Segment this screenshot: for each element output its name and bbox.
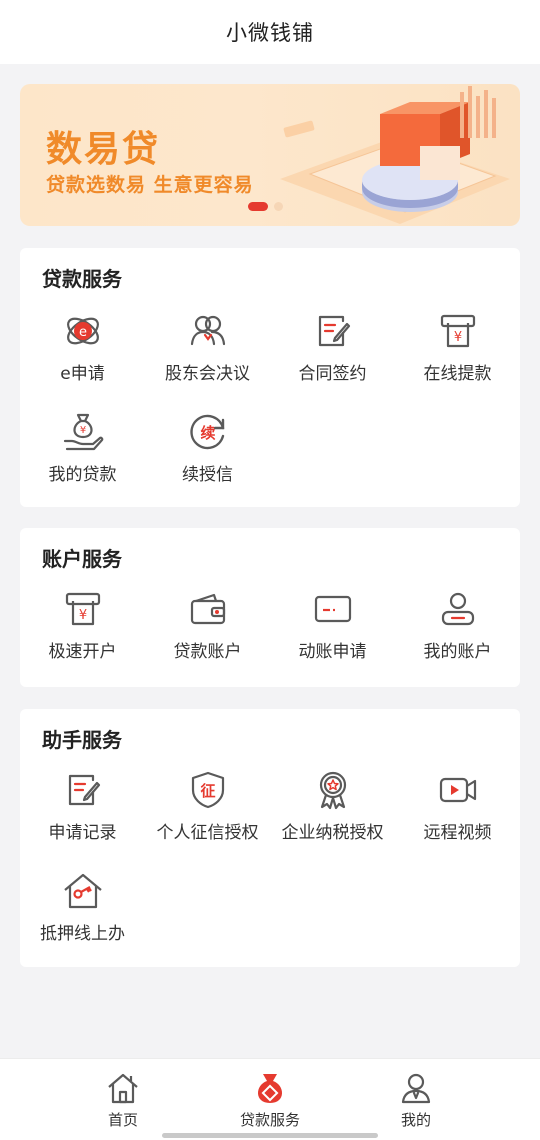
pagination-dot-active[interactable] [248, 202, 268, 211]
quick-open-account-button[interactable]: ¥ 极速开户 [20, 587, 145, 677]
tab-mine[interactable]: 我的 [356, 1071, 476, 1130]
account-services-card: 账户服务 ¥ 极速开户 贷款账户 动账申请 我的账户 [20, 528, 520, 687]
section-title: 贷款服务 [42, 267, 122, 291]
award-badge-icon [311, 768, 355, 812]
section-title: 助手服务 [42, 728, 122, 752]
item-label: 申请记录 [48, 823, 117, 843]
money-bag-icon [257, 1074, 283, 1103]
bottom-tab-bar: 首页 贷款服务 我的 [0, 1058, 540, 1140]
svg-text:征: 征 [200, 782, 215, 800]
pagination-dot[interactable] [274, 202, 283, 211]
house-key-icon [61, 869, 105, 913]
banner-pagination[interactable] [248, 202, 283, 211]
renew-credit-button[interactable]: 续 续授信 [145, 410, 270, 500]
item-label: e申请 [60, 364, 105, 384]
personal-credit-auth-button[interactable]: 征 个人征信授权 [145, 768, 270, 858]
loan-account-button[interactable]: 贷款账户 [145, 587, 270, 677]
my-account-button[interactable]: 我的账户 [395, 587, 520, 677]
banner-chart-illustration [280, 86, 510, 224]
tab-label: 我的 [400, 1111, 431, 1129]
home-indicator [162, 1133, 378, 1138]
top-bar: 小微钱铺 [0, 0, 540, 64]
money-bag-hand-icon: ¥ [61, 410, 105, 454]
svg-text:续: 续 [200, 424, 215, 442]
atm-withdraw-icon: ¥ [436, 309, 480, 353]
mortgage-online-button[interactable]: 抵押线上办 [20, 869, 145, 959]
account-change-apply-button[interactable]: 动账申请 [270, 587, 395, 677]
credit-shield-icon: 征 [186, 768, 230, 812]
assistant-services-card: 助手服务 申请记录 征 个人征信授权 企业纳税授权 远程视频 抵押线上办 [20, 709, 520, 967]
item-label: 合同签约 [298, 364, 367, 384]
profile-icon [401, 1073, 431, 1104]
item-label: 极速开户 [48, 642, 117, 662]
shareholders-resolution-button[interactable]: 股东会决议 [145, 309, 270, 399]
shareholders-icon [186, 309, 230, 353]
wallet-icon [186, 587, 230, 631]
atm-open-account-icon: ¥ [61, 587, 105, 631]
banner-subtitle: 贷款选数易 生意更容易 [46, 174, 254, 196]
contract-sign-icon [311, 309, 355, 353]
record-icon [61, 768, 105, 812]
online-withdraw-button[interactable]: ¥ 在线提款 [395, 309, 520, 399]
promo-banner[interactable]: 数易贷 贷款选数易 生意更容易 [20, 84, 520, 226]
home-icon [108, 1073, 138, 1104]
svg-text:¥: ¥ [78, 608, 86, 623]
item-label: 股东会决议 [165, 364, 250, 384]
svg-text:e: e [79, 325, 87, 340]
renew-credit-icon: 续 [186, 410, 230, 454]
svg-text:¥: ¥ [453, 330, 461, 345]
item-label: 抵押线上办 [40, 924, 125, 944]
user-account-icon [436, 587, 480, 631]
item-label: 续授信 [182, 465, 233, 485]
loan-services-card: 贷款服务 e e申请 股东会决议 合同签约 ¥ 在线提款 ¥ 我的贷款 续 续授… [20, 248, 520, 507]
banner-title: 数易贷 [46, 129, 161, 170]
item-label: 贷款账户 [173, 642, 242, 662]
remote-video-button[interactable]: 远程视频 [395, 768, 520, 858]
tab-loan-services[interactable]: 贷款服务 [210, 1071, 330, 1130]
e-apply-button[interactable]: e e申请 [20, 309, 145, 399]
svg-text:¥: ¥ [79, 425, 85, 436]
tab-home[interactable]: 首页 [63, 1071, 183, 1130]
item-label: 在线提款 [423, 364, 492, 384]
item-label: 我的贷款 [48, 465, 117, 485]
my-loan-button[interactable]: ¥ 我的贷款 [20, 410, 145, 500]
item-label: 远程视频 [423, 823, 492, 843]
enterprise-tax-auth-button[interactable]: 企业纳税授权 [270, 768, 395, 858]
page-title: 小微钱铺 [226, 21, 314, 45]
tab-label: 首页 [107, 1111, 138, 1129]
item-label: 个人征信授权 [156, 823, 259, 843]
video-icon [436, 768, 480, 812]
contract-sign-button[interactable]: 合同签约 [270, 309, 395, 399]
item-label: 企业纳税授权 [281, 823, 384, 843]
application-record-button[interactable]: 申请记录 [20, 768, 145, 858]
item-label: 动账申请 [298, 642, 367, 662]
item-label: 我的账户 [423, 642, 492, 662]
section-title: 账户服务 [42, 547, 122, 571]
tab-label: 贷款服务 [239, 1111, 300, 1129]
e-apply-icon: e [61, 309, 105, 353]
card-icon [311, 587, 355, 631]
